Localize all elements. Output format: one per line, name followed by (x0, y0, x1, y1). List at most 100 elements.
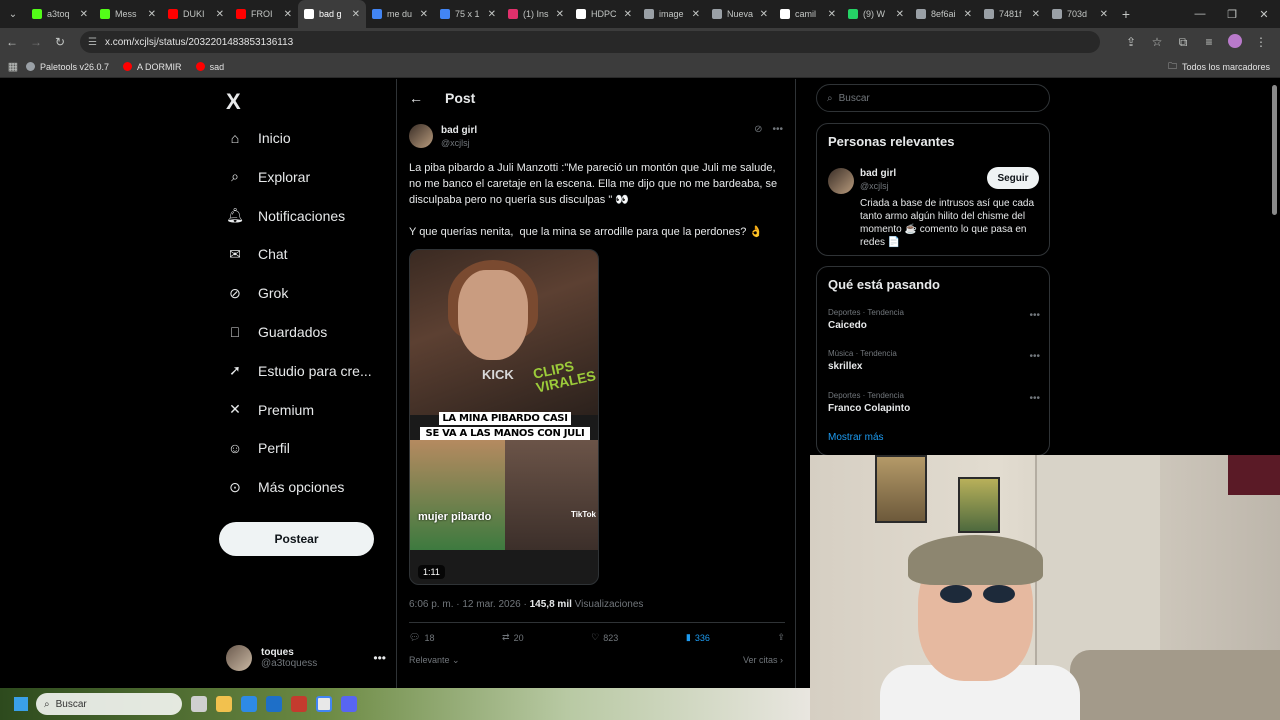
nav-item-chat[interactable]: ✉ Chat (226, 235, 287, 273)
more-dots-icon[interactable]: ••• (772, 124, 783, 135)
browser-tab[interactable]: camil ✕ (774, 0, 842, 28)
repost-button[interactable]: ⇄ 20 (502, 632, 524, 643)
close-tab-icon[interactable]: ✕ (828, 9, 836, 20)
trend-item[interactable]: Deportes · Tendencia Caicedo ••• (828, 308, 1040, 331)
relevant-user-name[interactable]: bad girl (860, 168, 896, 179)
bookmark-button[interactable]: ▮ 336 (686, 632, 710, 643)
close-tab-icon[interactable]: ✕ (760, 9, 768, 20)
grok-icon[interactable]: ⊘ (754, 124, 762, 135)
more-dots-icon[interactable]: ••• (1029, 351, 1040, 362)
author-name[interactable]: bad girl (441, 125, 477, 136)
author-avatar[interactable] (409, 124, 433, 148)
task-view-icon[interactable] (191, 696, 207, 712)
more-dots-icon[interactable]: ••• (1029, 393, 1040, 404)
site-info-icon[interactable]: ☰ (88, 37, 97, 48)
post-button[interactable]: Postear (219, 522, 374, 556)
browser-tab[interactable]: 75 x 1 ✕ (434, 0, 502, 28)
browser-tab[interactable]: (9) W ✕ (842, 0, 910, 28)
bookmark-item[interactable]: A DORMIR (123, 62, 182, 72)
back-icon[interactable]: ← (0, 28, 24, 56)
browser-tab[interactable]: a3toq ✕ (26, 0, 94, 28)
nav-item-perfil[interactable]: ☺ Perfil (226, 429, 290, 467)
back-arrow-icon[interactable]: ← (409, 90, 423, 106)
address-bar[interactable]: ☰ x.com/xcjlsj/status/203220148385313611… (80, 31, 1100, 53)
browser-tab[interactable]: bad g ✕ (298, 0, 366, 28)
browser-tab[interactable]: Nueva ✕ (706, 0, 774, 28)
nav-item-notificaciones[interactable]: 🔔︎ Notificaciones (226, 197, 345, 235)
discord-icon[interactable] (341, 696, 357, 712)
avatar[interactable] (828, 168, 854, 194)
close-tab-icon[interactable]: ✕ (624, 9, 632, 20)
trend-item[interactable]: Música · Tendencia skrillex ••• (828, 349, 1040, 372)
close-tab-icon[interactable]: ✕ (488, 9, 496, 20)
author-handle[interactable]: @xcjlsj (441, 138, 477, 148)
forward-icon[interactable]: → (24, 28, 48, 56)
trend-item[interactable]: Deportes · Tendencia Franco Colapinto ••… (828, 391, 1040, 414)
show-more-link[interactable]: Mostrar más (828, 432, 884, 443)
app-icon[interactable] (291, 696, 307, 712)
close-tab-icon[interactable]: ✕ (896, 9, 904, 20)
browser-tab[interactable]: FROI ✕ (230, 0, 298, 28)
nav-item-más[interactable]: ⊙ Más opciones (226, 468, 344, 506)
account-switcher[interactable]: toques @a3toquess ••• (226, 641, 386, 675)
browser-tab[interactable]: image ✕ (638, 0, 706, 28)
close-tab-icon[interactable]: ✕ (692, 9, 700, 20)
x-logo[interactable]: X (226, 89, 241, 115)
browser-tab[interactable]: 8ef6ai ✕ (910, 0, 978, 28)
nav-item-estudio[interactable]: ➚ Estudio para cre... (226, 352, 372, 390)
browser-tab[interactable]: me du ✕ (366, 0, 434, 28)
reply-button[interactable]: 💬︎ 18 (409, 632, 434, 643)
profile-avatar[interactable] (1222, 33, 1248, 51)
chrome-icon[interactable] (316, 696, 332, 712)
more-dots-icon[interactable]: ••• (373, 651, 386, 665)
minimize-icon[interactable]: — (1184, 0, 1216, 28)
reload-icon[interactable]: ↻ (48, 28, 72, 56)
scrollbar-thumb[interactable] (1272, 85, 1277, 215)
browser-tab[interactable]: (1) Ins ✕ (502, 0, 570, 28)
close-tab-icon[interactable]: ✕ (1032, 9, 1040, 20)
close-tab-icon[interactable]: ✕ (148, 9, 156, 20)
browser-menu-icon[interactable]: ⋮ (1248, 35, 1274, 49)
nav-item-premium[interactable]: ✕ Premium (226, 391, 314, 429)
install-app-icon[interactable]: ⇪ (1118, 35, 1144, 49)
nav-item-explorar[interactable]: ⌕ Explorar (226, 158, 310, 196)
edge-icon[interactable] (241, 696, 257, 712)
video-media[interactable]: KICK CLIPS VIRALES LA MINA PIBARDO CASI … (409, 249, 599, 585)
search-input[interactable]: ⌕ Buscar (816, 84, 1050, 112)
browser-tab[interactable]: DUKI ✕ (162, 0, 230, 28)
sort-replies-dropdown[interactable]: Relevante ⌄ (409, 655, 460, 666)
close-tab-icon[interactable]: ✕ (964, 9, 972, 20)
close-tab-icon[interactable]: ✕ (352, 9, 360, 20)
taskbar-search[interactable]: ⌕ Buscar (36, 693, 182, 715)
post-timestamp[interactable]: 6:06 p. m. · 12 mar. 2026 · (409, 599, 530, 610)
new-tab-button[interactable]: + (1114, 6, 1138, 22)
close-window-icon[interactable]: ✕ (1248, 0, 1280, 28)
close-tab-icon[interactable]: ✕ (80, 9, 88, 20)
file-explorer-icon[interactable] (216, 696, 232, 712)
apps-grid-icon[interactable]: ▦ (0, 60, 26, 73)
post-author[interactable]: bad girl @xcjlsj (409, 124, 477, 148)
browser-tab[interactable]: Mess ✕ (94, 0, 162, 28)
follow-button[interactable]: Seguir (987, 167, 1039, 189)
close-tab-icon[interactable]: ✕ (216, 9, 224, 20)
view-quotes-link[interactable]: Ver citas › (743, 655, 783, 665)
browser-tab[interactable]: HDPC ✕ (570, 0, 638, 28)
browser-tab[interactable]: 7481f ✕ (978, 0, 1046, 28)
nav-item-grok[interactable]: ⊘ Grok (226, 274, 288, 312)
media-icon[interactable]: ≡ (1196, 35, 1222, 49)
tab-search-button[interactable]: ⌄ (0, 0, 26, 28)
more-dots-icon[interactable]: ••• (1029, 310, 1040, 321)
close-tab-icon[interactable]: ✕ (420, 9, 428, 20)
extensions-icon[interactable]: ⧉ (1170, 35, 1196, 50)
bookmark-item[interactable]: Paletools v26.0.7 (26, 62, 109, 72)
close-tab-icon[interactable]: ✕ (284, 9, 292, 20)
star-icon[interactable]: ☆ (1144, 35, 1170, 49)
nav-item-guardados[interactable]: ⎕ Guardados (226, 313, 327, 351)
browser-tab[interactable]: 703d ✕ (1046, 0, 1114, 28)
bookmark-item[interactable]: sad (195, 62, 224, 72)
nav-item-inicio[interactable]: ⌂ Inicio (226, 119, 291, 157)
close-tab-icon[interactable]: ✕ (556, 9, 564, 20)
close-tab-icon[interactable]: ✕ (1100, 9, 1108, 20)
windows-start-icon[interactable] (14, 697, 28, 711)
like-button[interactable]: ♡ 823 (591, 632, 618, 643)
